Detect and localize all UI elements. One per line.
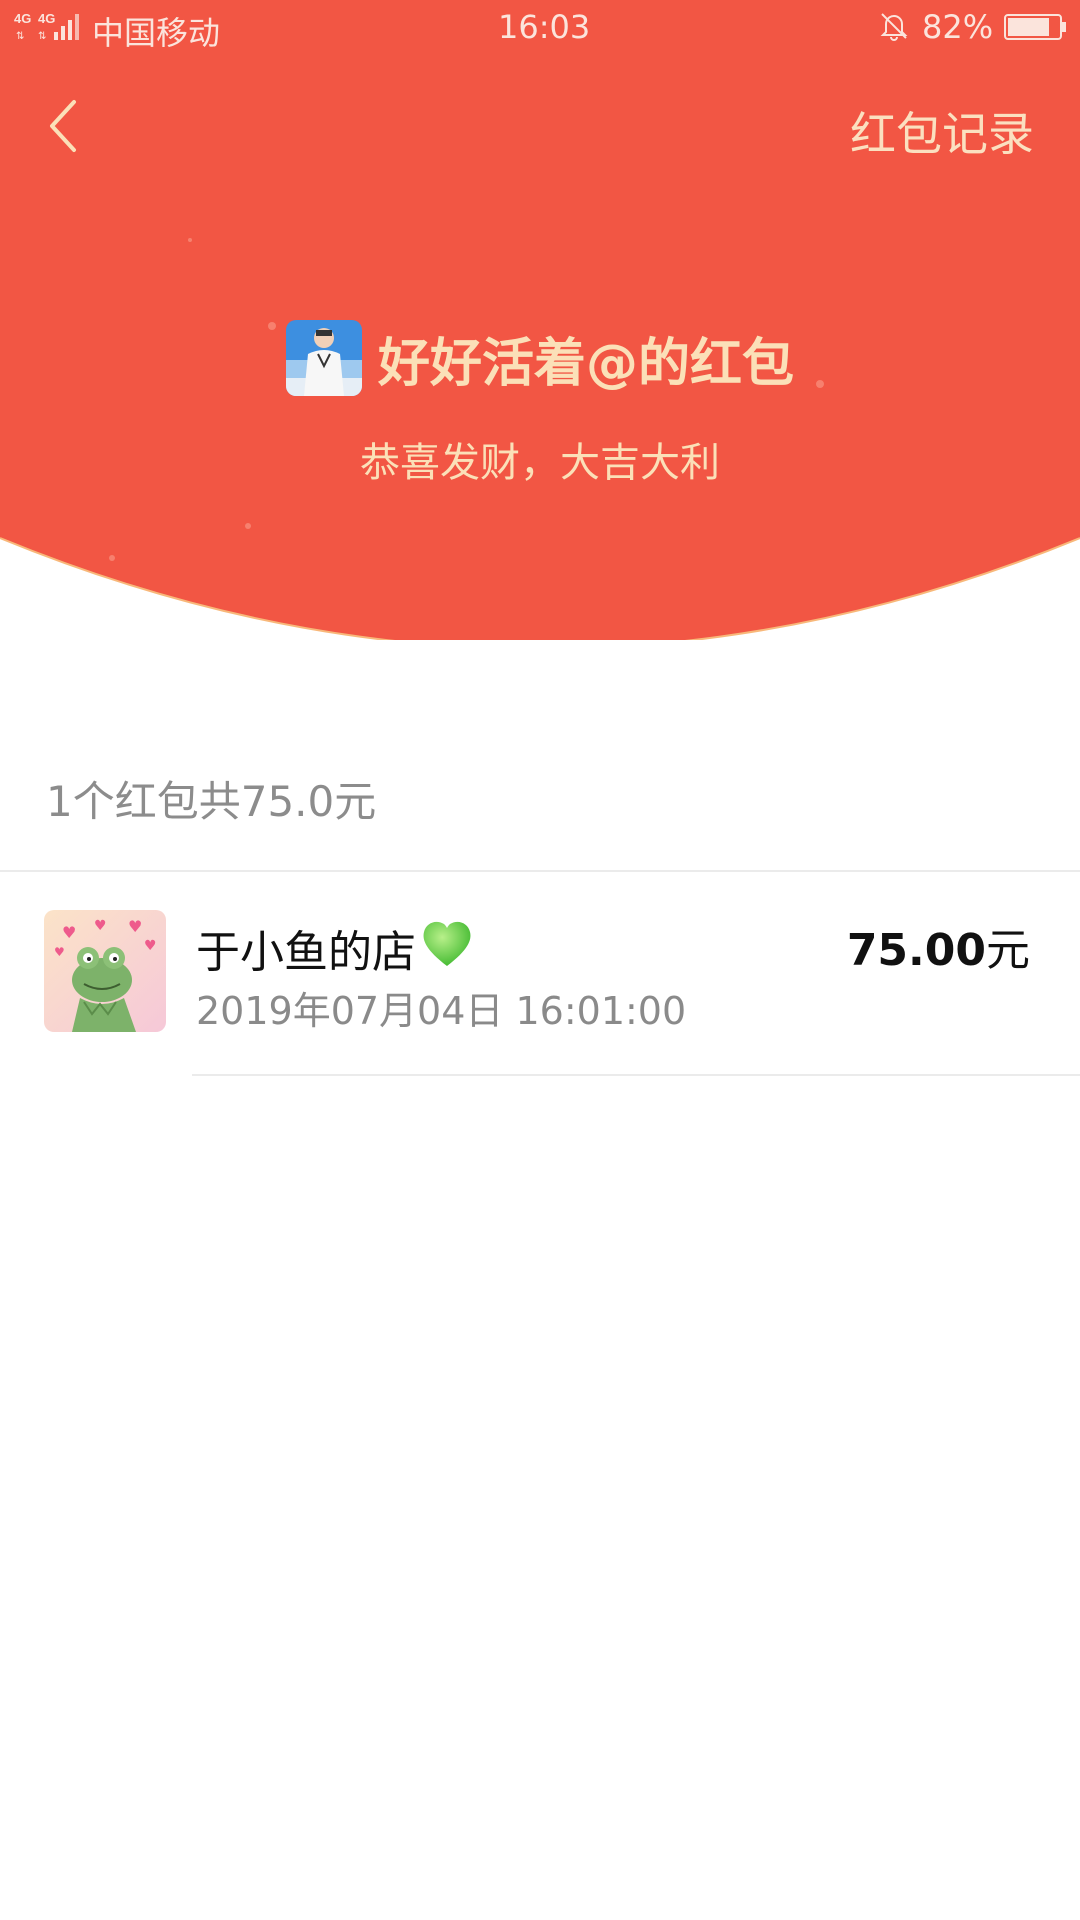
red-packet-header: 4G 4G ⇅ ⇅ 中国移动 16:03 82% 红包记录 好好活着@的红包 恭… xyxy=(0,0,1080,640)
greeting-text: 恭喜发财，大吉大利 xyxy=(360,440,720,486)
signal-icon: 4G 4G ⇅ ⇅ xyxy=(14,10,84,50)
svg-text:⇅: ⇅ xyxy=(16,31,24,42)
svg-text:4G: 4G xyxy=(38,11,55,26)
recipient-avatar[interactable]: ♥ ♥ ♥ ♥ ♥ xyxy=(44,910,166,1032)
svg-text:♥: ♥ xyxy=(128,917,142,936)
sender-avatar[interactable] xyxy=(285,320,362,396)
packet-summary: 1个红包共75.0元 xyxy=(46,777,377,826)
sender-title: 好好活着@的红包 xyxy=(377,333,794,394)
amount-value: 75.00 xyxy=(846,925,986,976)
back-button[interactable] xyxy=(40,96,90,156)
battery-percent: 82% xyxy=(922,8,994,46)
list-item[interactable]: ♥ ♥ ♥ ♥ ♥ 于小鱼的店 2019年07月04日 16:01:00 75.… xyxy=(0,872,1080,1076)
recipient-name-row: 于小鱼的店 xyxy=(196,916,474,980)
sender-title-row: 好好活着@的红包 xyxy=(0,318,1080,398)
svg-text:4G: 4G xyxy=(14,11,31,26)
chevron-left-icon xyxy=(50,100,76,152)
svg-text:⇅: ⇅ xyxy=(38,31,46,42)
red-packet-records-button[interactable]: 红包记录 xyxy=(850,98,1034,164)
frog-avatar-image: ♥ ♥ ♥ ♥ ♥ xyxy=(44,910,166,1032)
svg-text:♥: ♥ xyxy=(62,923,76,942)
battery-icon xyxy=(1004,12,1068,50)
svg-text:♥: ♥ xyxy=(144,938,157,954)
bell-off-icon xyxy=(878,10,910,50)
svg-text:♥: ♥ xyxy=(94,918,107,934)
green-heart-icon xyxy=(420,918,474,979)
svg-text:♥: ♥ xyxy=(54,945,65,959)
clock: 16:03 xyxy=(498,8,591,46)
received-time: 2019年07月04日 16:01:00 xyxy=(196,989,687,1033)
recipient-name: 于小鱼的店 xyxy=(196,927,416,978)
status-bar: 4G 4G ⇅ ⇅ 中国移动 16:03 82% xyxy=(0,0,1080,60)
received-amount: 75.00元 xyxy=(847,914,1030,978)
carrier-label: 中国移动 xyxy=(92,14,221,52)
divider xyxy=(192,1074,1080,1076)
amount-unit: 元 xyxy=(986,925,1030,976)
